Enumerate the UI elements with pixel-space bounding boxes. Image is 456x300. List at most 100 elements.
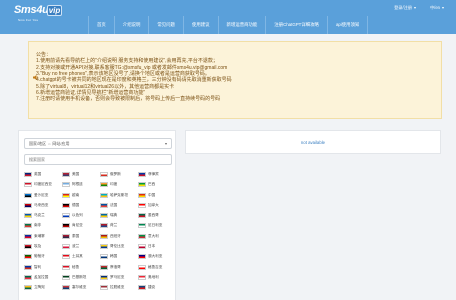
country-name: 尼日利亚 [148, 223, 163, 228]
country-name: 哥伦比亚 [110, 244, 125, 249]
country-search-box[interactable] [24, 154, 172, 165]
country-item[interactable]: 奥地利 [138, 274, 174, 281]
country-item[interactable]: 巴基斯坦 [62, 274, 98, 281]
country-item[interactable]: 罗马尼亚 [100, 274, 136, 281]
country-item[interactable]: 意大利 [138, 233, 174, 240]
country-item[interactable]: 拉脱维亚 [100, 284, 136, 291]
country-item[interactable]: 立陶宛 [24, 284, 60, 291]
country-name: 智利 [34, 264, 42, 269]
flag-icon [138, 182, 146, 188]
nav-api-notes[interactable]: api使用须知 [326, 16, 369, 34]
nav-home[interactable]: 首页 [88, 16, 114, 34]
flag-icon [24, 192, 32, 198]
country-item[interactable]: 墨西哥 [138, 212, 174, 219]
country-item[interactable]: 英国 [24, 171, 60, 178]
nav-tips[interactable]: 使用建议 [182, 16, 218, 34]
country-item[interactable]: 加拿大 [138, 202, 174, 209]
country-item[interactable]: 摩洛哥 [100, 264, 136, 271]
country-item[interactable]: 以色列 [62, 212, 98, 219]
logo-tagline: Sms For You [18, 18, 39, 22]
country-item[interactable]: 智利 [24, 264, 60, 271]
country-list: 英国 美国 俄罗斯 菲律宾印度尼西亚 阿根廷 印度 巴西爱沙尼亚 越南 哈萨克斯坦 中国马来西亚 德… [24, 171, 174, 291]
country-name: 德国 [72, 202, 80, 207]
country-item[interactable]: 巴西 [138, 181, 174, 188]
site-logo[interactable]: Sms4u vip Sms For You [14, 4, 74, 22]
country-item[interactable]: 越南 [62, 192, 98, 199]
flag-icon [62, 182, 70, 188]
country-item[interactable]: 捷克 [138, 284, 174, 291]
country-item[interactable]: 秘鲁 [62, 264, 98, 271]
country-name: 日本 [148, 244, 156, 249]
country-item[interactable]: 肯尼亚 [62, 222, 98, 229]
flag-icon [100, 244, 108, 250]
country-name: 越南 [72, 192, 80, 197]
country-name: 阿根廷 [72, 182, 83, 187]
flag-icon [62, 285, 70, 291]
nav-faq[interactable]: 常见问题 [148, 16, 183, 34]
country-name: 土耳其 [72, 254, 83, 259]
nav-new-operators[interactable]: 新增运营商功能 [217, 16, 266, 34]
country-item[interactable]: 泰国 [62, 233, 98, 240]
nav-chatgpt-guide[interactable]: 注册ChatGPT详细攻略 [265, 16, 327, 34]
country-item[interactable]: 尼日利亚 [138, 222, 174, 229]
country-name: 马来西亚 [34, 202, 49, 207]
country-item[interactable]: 葡萄牙 [24, 253, 60, 260]
announcement-text: 公告： 1.使用前请先看导航栏上的"介绍说明 服务支持和使用建议",会用再充,平… [36, 52, 232, 103]
country-item[interactable]: 德国 [62, 202, 98, 209]
country-name: 法国 [110, 202, 118, 207]
country-item[interactable]: 韩国 [100, 253, 136, 260]
country-name: 埃及 [34, 244, 42, 249]
country-item[interactable]: 格鲁吉亚 [138, 264, 174, 271]
country-name: 罗马尼亚 [110, 274, 125, 279]
country-item[interactable]: 哥伦比亚 [100, 243, 136, 250]
country-item[interactable]: 俄罗斯 [100, 171, 136, 178]
flag-icon [24, 274, 32, 280]
country-item[interactable]: 西班牙 [100, 233, 136, 240]
flag-icon [24, 254, 32, 260]
flag-icon [62, 244, 70, 250]
flag-icon [100, 233, 108, 239]
country-item[interactable]: 中国 [138, 192, 174, 199]
country-item[interactable]: 波兰 [62, 243, 98, 250]
country-name: 拉脱维亚 [110, 285, 125, 290]
country-item[interactable]: 菲律宾 [138, 171, 174, 178]
not-available-message: not available [300, 139, 326, 145]
country-item[interactable]: 哈萨克斯坦 [100, 192, 136, 199]
country-item[interactable]: 印度尼西亚 [24, 181, 60, 188]
country-name: 葡萄牙 [34, 254, 45, 259]
region-type-select[interactable]: 国家/地区 ⇔ 网站/应用 [24, 138, 172, 149]
country-item[interactable]: 塞尔维亚 [62, 284, 98, 291]
flag-icon [100, 182, 108, 188]
country-item[interactable]: 美国 [62, 171, 98, 178]
country-item[interactable]: 土耳其 [62, 253, 98, 260]
country-item[interactable]: 孟加拉国 [24, 274, 60, 281]
header-actions: 登录/注册 中/en [394, 5, 444, 11]
country-item[interactable]: 荷兰 [100, 222, 136, 229]
country-item[interactable]: 乌克兰 [24, 212, 60, 219]
nav-intro[interactable]: 介绍说明 [113, 16, 149, 34]
language-menu[interactable]: 中/en [430, 5, 444, 11]
country-item[interactable]: 日本 [138, 243, 174, 250]
country-item[interactable]: 澳大利亚 [138, 253, 174, 260]
country-item[interactable]: 阿根廷 [62, 181, 98, 188]
announcement-line: 7.注册时请使用手机设备，否则会导致被限制后，将号码上传后一直持续号码的号码 [36, 96, 221, 103]
account-menu[interactable]: 登录/注册 [394, 5, 416, 11]
country-name: 英国 [34, 172, 42, 176]
country-item[interactable]: 法国 [100, 202, 136, 209]
flag-icon [138, 254, 146, 260]
flag-icon [24, 244, 32, 250]
logo-text: Sms4u [14, 4, 49, 16]
country-item[interactable]: 马来西亚 [24, 202, 60, 209]
flag-icon [100, 223, 108, 229]
country-name: 秘鲁 [72, 264, 80, 269]
flag-icon [138, 223, 146, 229]
country-item[interactable]: 瑞典 [100, 212, 136, 219]
country-item[interactable]: 南非 [24, 222, 60, 229]
country-item[interactable]: 埃及 [24, 243, 60, 250]
country-item[interactable]: 柬埔寨 [24, 233, 60, 240]
country-search-input[interactable] [29, 155, 171, 164]
chevron-down-icon [442, 7, 444, 9]
country-item[interactable]: 印度 [100, 181, 136, 188]
country-name: 肯尼亚 [72, 223, 83, 228]
country-item[interactable]: 爱沙尼亚 [24, 192, 60, 199]
